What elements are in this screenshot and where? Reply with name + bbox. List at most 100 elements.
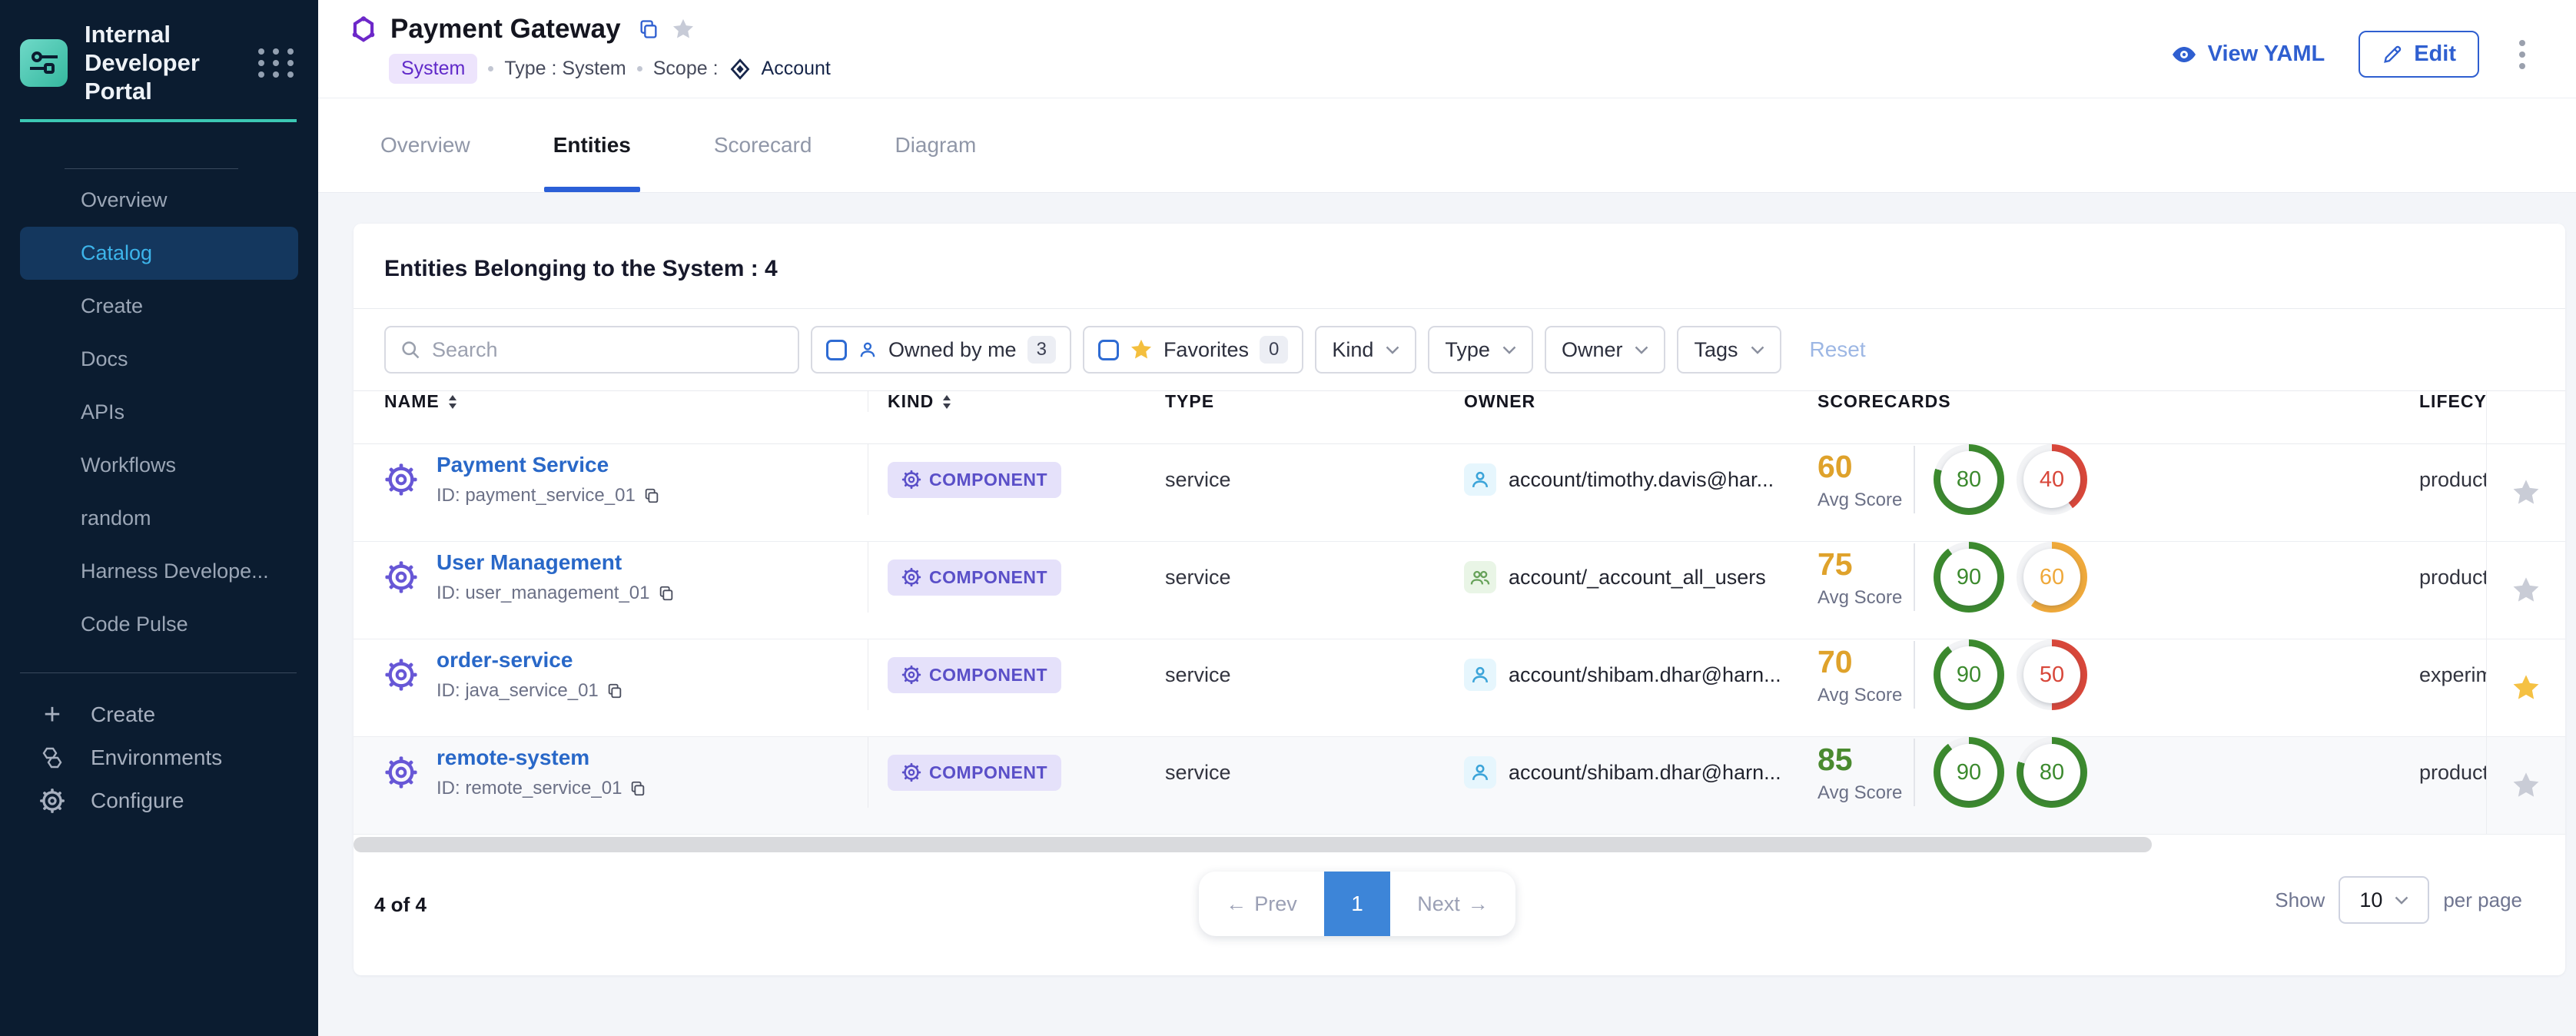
table-row[interactable]: remote-system ID: remote_service_01 COMP… — [354, 737, 2565, 835]
page-number-button[interactable]: 1 — [1324, 872, 1390, 936]
breadcrumb-scope-label: Scope : — [653, 58, 719, 80]
avg-score-value: 70 — [1817, 644, 1914, 680]
view-yaml-button[interactable]: View YAML — [2171, 42, 2325, 67]
tab-entities[interactable]: Entities — [553, 98, 631, 192]
owned-by-me-checkbox[interactable] — [826, 340, 847, 360]
scorecard-gauge[interactable]: 90 — [1934, 639, 2004, 710]
prev-page-button[interactable]: ← Prev — [1199, 872, 1324, 936]
dot-separator — [488, 66, 493, 71]
tags-dropdown[interactable]: Tags — [1677, 326, 1781, 374]
scorecard-gauge[interactable]: 80 — [1934, 444, 2004, 515]
scorecard-gauge[interactable]: 80 — [2017, 737, 2087, 808]
type-dropdown[interactable]: Type — [1428, 326, 1533, 374]
sidebar-item-apis[interactable]: APIs — [0, 386, 318, 439]
users-icon — [1469, 566, 1492, 588]
column-header-kind[interactable]: KIND — [868, 391, 1146, 412]
brand-title: Internal Developer Portal — [85, 20, 237, 105]
copy-title-icon[interactable] — [638, 18, 659, 40]
table-row[interactable]: User Management ID: user_management_01 C… — [354, 542, 2565, 639]
entities-table: NAME KIND TYPE OWNER SCORECARDS LIFECYCL… — [354, 390, 2565, 835]
favorite-star-icon[interactable] — [2511, 478, 2541, 507]
favorite-star-icon[interactable] — [2511, 771, 2541, 800]
entity-name-link[interactable]: remote-system — [437, 745, 589, 769]
table-row[interactable]: order-service ID: java_service_01 COMPON… — [354, 639, 2565, 737]
user-icon — [858, 340, 878, 360]
copy-id-icon[interactable] — [629, 780, 646, 797]
page-size-select[interactable]: 10 — [2339, 876, 2429, 924]
sidebar-item-code-pulse[interactable]: Code Pulse — [0, 598, 318, 651]
scorecard-gauge[interactable]: 50 — [2017, 639, 2087, 710]
entity-name-link[interactable]: Payment Service — [437, 453, 609, 476]
scorecard-gauge[interactable]: 40 — [2017, 444, 2087, 515]
favorites-checkbox[interactable] — [1098, 340, 1119, 360]
avg-score-label: Avg Score — [1817, 587, 1914, 609]
entity-name-link[interactable]: order-service — [437, 648, 573, 672]
system-badge: System — [389, 54, 477, 84]
copy-id-icon[interactable] — [658, 585, 675, 602]
favorite-title-star-icon[interactable] — [672, 18, 695, 41]
avg-score-label: Avg Score — [1817, 685, 1914, 706]
scorecard-gauge[interactable]: 90 — [1934, 737, 2004, 808]
sidebar-item-catalog[interactable]: Catalog — [20, 227, 298, 280]
lifecycle-value: production — [2419, 761, 2486, 785]
chevron-down-icon — [1751, 346, 1764, 354]
lifecycle-value: production — [2419, 566, 2486, 589]
search-input[interactable] — [432, 338, 784, 362]
sidebar-item-harness-developer[interactable]: Harness Develope... — [0, 545, 318, 598]
entity-id: ID: user_management_01 — [437, 583, 650, 604]
copy-id-icon[interactable] — [643, 487, 660, 504]
page-size-value: 10 — [2359, 888, 2382, 912]
favorite-star-icon[interactable] — [2511, 673, 2541, 702]
sidebar-item-create-action[interactable]: + Create — [0, 693, 318, 736]
brand: Internal Developer Portal — [0, 0, 318, 119]
copy-id-icon[interactable] — [606, 682, 623, 699]
favorite-star-icon[interactable] — [2511, 576, 2541, 605]
entity-name-link[interactable]: User Management — [437, 550, 622, 574]
app-grid-icon[interactable] — [254, 41, 298, 85]
reset-filters-button[interactable]: Reset — [1810, 337, 1866, 362]
kind-badge: COMPONENT — [888, 462, 1061, 498]
app-logo-icon[interactable] — [20, 39, 68, 87]
column-header-owner: OWNER — [1445, 391, 1798, 412]
next-page-button[interactable]: Next → — [1390, 872, 1515, 936]
edit-button[interactable]: Edit — [2359, 31, 2479, 78]
pagination-bar: 4 of 4 ← Prev 1 Next → Show 10 — [354, 855, 2565, 975]
favorites-filter[interactable]: Favorites 0 — [1083, 326, 1303, 374]
column-header-name[interactable]: NAME — [354, 391, 868, 412]
owned-by-me-filter[interactable]: Owned by me 3 — [811, 326, 1071, 374]
sidebar-item-random[interactable]: random — [0, 492, 318, 545]
horizontal-scrollbar-thumb[interactable] — [354, 837, 2152, 852]
star-icon — [1130, 338, 1153, 361]
component-gear-icon — [901, 470, 921, 490]
tab-overview[interactable]: Overview — [380, 98, 470, 192]
system-entity-icon — [349, 15, 378, 44]
divider — [1914, 446, 1915, 513]
arrow-left-icon: ← — [1226, 892, 1247, 916]
type-value: service — [1165, 663, 1231, 687]
owner-dropdown[interactable]: Owner — [1545, 326, 1666, 374]
sidebar-item-workflows[interactable]: Workflows — [0, 439, 318, 492]
scorecard-gauge[interactable]: 60 — [2017, 542, 2087, 613]
sidebar-item-configure[interactable]: Configure — [0, 779, 318, 822]
entity-id: ID: java_service_01 — [437, 680, 599, 702]
tab-scorecard[interactable]: Scorecard — [714, 98, 812, 192]
more-options-kebab-icon[interactable] — [2513, 34, 2531, 75]
tab-diagram[interactable]: Diagram — [895, 98, 976, 192]
scorecard-gauge[interactable]: 90 — [1934, 542, 2004, 613]
next-label: Next — [1417, 892, 1460, 916]
table-row[interactable]: Payment Service ID: payment_service_01 C… — [354, 444, 2565, 542]
edit-button-label: Edit — [2414, 42, 2456, 67]
horizontal-scrollbar — [354, 835, 2565, 855]
sidebar-item-docs[interactable]: Docs — [0, 333, 318, 386]
pager: ← Prev 1 Next → — [1199, 872, 1515, 936]
avg-score-value: 75 — [1817, 546, 1914, 583]
sidebar-item-create[interactable]: Create — [0, 280, 318, 333]
sidebar-item-environments[interactable]: Environments — [0, 736, 318, 779]
brand-underline — [20, 119, 297, 122]
lifecycle-value: experimental — [2419, 663, 2486, 687]
prev-label: Prev — [1254, 892, 1297, 916]
kind-dropdown[interactable]: Kind — [1315, 326, 1416, 374]
sidebar-item-overview[interactable]: Overview — [0, 174, 318, 227]
pagination-summary: 4 of 4 — [374, 893, 427, 917]
entities-panel: Entities Belonging to the System : 4 — [354, 224, 2565, 975]
